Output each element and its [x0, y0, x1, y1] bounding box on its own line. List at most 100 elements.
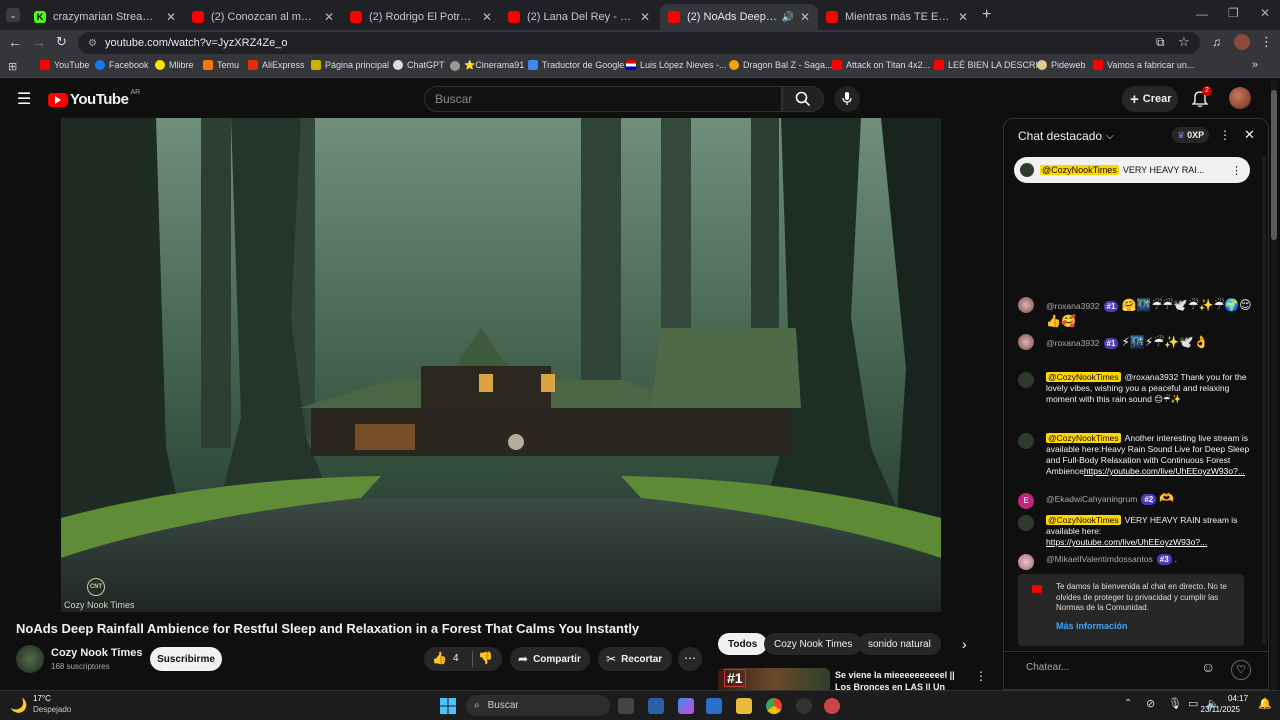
chip-todos[interactable]: Todos	[718, 633, 768, 655]
bookmark-vamos[interactable]: Vamos a fabricar un...	[1093, 60, 1194, 70]
create-button[interactable]: + Crear	[1122, 86, 1178, 112]
close-icon[interactable]: ✕	[166, 10, 176, 24]
pinned-message[interactable]: @CozyNookTimes VERY HEAVY RAI... ⋮	[1014, 157, 1250, 183]
share-button[interactable]: ➦ Compartir	[510, 647, 590, 671]
pinned-menu-icon[interactable]: ⋮	[1231, 164, 1242, 177]
reload-icon[interactable]: ↻	[56, 34, 67, 50]
network-icon[interactable]: ⊘	[1146, 697, 1155, 710]
bookmark-mlibre[interactable]: Mlibre	[155, 60, 194, 70]
microphone-icon[interactable]: 🎙	[1168, 697, 1182, 710]
user-avatar[interactable]	[1229, 87, 1251, 109]
close-icon[interactable]: ✕	[800, 10, 810, 24]
bookmark-youtube[interactable]: YouTube	[40, 60, 89, 70]
bookmark-pideweb[interactable]: Pideweb	[1037, 60, 1086, 70]
windows-start-icon[interactable]	[440, 698, 456, 714]
emoji-picker-icon[interactable]: ☺	[1201, 659, 1215, 675]
dislike-button[interactable]: 👎	[478, 651, 493, 665]
close-icon[interactable]: ✕	[640, 10, 650, 24]
install-app-icon[interactable]: ⧉	[1156, 35, 1165, 50]
chat-input[interactable]: Chatear...	[1026, 662, 1069, 673]
voice-search-button[interactable]	[834, 86, 860, 112]
chat-close-icon[interactable]: ✕	[1244, 127, 1255, 143]
more-actions-icon[interactable]: ⋯	[678, 647, 702, 671]
close-icon[interactable]: ✕	[958, 10, 968, 24]
bookmark-star-icon[interactable]: ☆	[1178, 34, 1190, 50]
like-button[interactable]: 👍 4	[432, 651, 459, 665]
file-explorer-icon[interactable]	[736, 698, 752, 714]
app-icon[interactable]	[824, 698, 840, 714]
display-icon[interactable]: ▭	[1188, 697, 1198, 710]
chip-natural-sound[interactable]: sonido natural	[858, 633, 941, 655]
bookmark-aot[interactable]: Attack on Titan 4x2...	[832, 60, 930, 70]
search-button[interactable]	[782, 86, 824, 112]
tab-yasuo[interactable]: (2) Conozcan al mejor Yasuo de ✕	[184, 4, 342, 30]
tab-rodrigo[interactable]: (2) Rodrigo El Potro, Enganchad ✕	[342, 4, 500, 30]
bookmark-cinerama[interactable]: ⭐Cinerama91	[450, 60, 524, 71]
bookmark-chatgpt[interactable]: ChatGPT	[393, 60, 445, 70]
media-control-icon[interactable]: ♫	[1212, 35, 1221, 49]
tab-lana[interactable]: (2) Lana Del Rey - Blue Jeans - Y ✕	[500, 4, 658, 30]
new-tab-icon[interactable]: +	[982, 6, 991, 24]
tab-noads-active[interactable]: (2) NoAds Deep Rainfall Am 🔊 ✕	[660, 4, 818, 30]
address-bar[interactable]: ⚙ youtube.com/watch?v=JyzXRZ4Ze_o	[78, 32, 1200, 54]
steam-icon[interactable]	[796, 698, 812, 714]
subscribe-button[interactable]: Suscribirme	[150, 647, 222, 671]
apps-grid-icon[interactable]: ⊞	[8, 60, 17, 73]
page-scrollbar[interactable]	[1271, 80, 1277, 690]
recommended-menu-icon[interactable]: ⋮	[975, 669, 987, 683]
audio-playing-icon[interactable]: 🔊	[781, 12, 793, 23]
clock-time[interactable]: 04:17	[1228, 694, 1248, 703]
minimize-icon[interactable]: —	[1196, 7, 1208, 21]
bookmark-home[interactable]: Página principal	[311, 60, 389, 70]
weather-moon-icon[interactable]: 🌙	[10, 697, 27, 714]
bookmark-translate[interactable]: Traductor de Google	[528, 60, 624, 70]
notifications-button[interactable]: 2	[1191, 86, 1212, 113]
back-icon[interactable]: ←	[8, 34, 22, 50]
site-info-icon[interactable]: ⚙	[88, 38, 97, 49]
close-icon[interactable]: ✕	[482, 10, 492, 24]
bookmark-facebook[interactable]: Facebook	[95, 60, 149, 70]
hamburger-menu-icon[interactable]: ☰	[17, 89, 31, 109]
bookmark-luis-lopez[interactable]: Luis López Nieves -...	[626, 60, 727, 70]
search-input[interactable]: Buscar	[424, 86, 782, 112]
clock-date[interactable]: 23/11/2025	[1199, 705, 1240, 714]
more-info-link[interactable]: Más información	[1056, 621, 1128, 631]
store-icon[interactable]	[648, 698, 664, 714]
copilot-icon[interactable]	[678, 698, 694, 714]
tab-search-icon[interactable]: ⌄	[6, 8, 20, 22]
xp-badge[interactable]: ♛ 0XP	[1172, 127, 1210, 143]
scrollbar-thumb[interactable]	[1271, 90, 1277, 240]
widgets-icon[interactable]	[706, 698, 722, 714]
show-hidden-icons[interactable]: ⌃	[1124, 698, 1132, 709]
chat-link[interactable]: https://youtube.com/live/UhEEoyzW93o?...	[1046, 537, 1207, 547]
notification-center-icon[interactable]: 🔔	[1258, 697, 1272, 710]
chat-options-icon[interactable]: ⋮	[1219, 128, 1231, 142]
more-bookmarks-icon[interactable]: »	[1252, 59, 1258, 71]
close-icon[interactable]: ✕	[324, 10, 334, 24]
chrome-icon[interactable]	[766, 698, 782, 714]
chip-channel[interactable]: Cozy Nook Times	[764, 633, 863, 655]
channel-name[interactable]: Cozy Nook Times	[51, 647, 143, 659]
recommended-title[interactable]: Se viene la mieeeeeeeeeel || Los Bronces…	[835, 669, 965, 690]
task-view-icon[interactable]	[618, 698, 634, 714]
tab-kick[interactable]: K crazymarian Stream - Watch Li ✕	[26, 4, 184, 30]
chat-scrollbar[interactable]	[1262, 155, 1266, 645]
bookmark-lee-bien[interactable]: LEÉ BIEN LA DESCRI...	[934, 60, 1046, 70]
recommended-thumbnail[interactable]: #1	[718, 668, 830, 690]
window-close-icon[interactable]: ✕	[1260, 6, 1270, 20]
channel-avatar[interactable]	[16, 645, 44, 673]
browser-menu-icon[interactable]: ⋮	[1260, 34, 1273, 50]
video-player[interactable]: CNT Cozy Nook Times	[61, 118, 941, 612]
chat-link[interactable]: https://youtube.com/live/UhEEoyzW93o?...	[1084, 466, 1245, 476]
chat-mode-selector[interactable]: Chat destacado ⌵	[1018, 129, 1114, 143]
profile-avatar[interactable]	[1234, 34, 1250, 50]
forward-icon[interactable]: →	[32, 34, 46, 50]
bookmark-temu[interactable]: Temu	[203, 60, 239, 70]
clip-button[interactable]: ✂ Recortar	[598, 647, 672, 671]
youtube-logo[interactable]: YouTube AR	[48, 89, 140, 108]
bookmark-aliexpress[interactable]: AliExpress	[248, 60, 305, 70]
bookmark-dbz[interactable]: Dragon Bal Z - Saga...	[729, 60, 833, 70]
chips-next-icon[interactable]: ›	[962, 636, 967, 652]
maximize-icon[interactable]: ❐	[1228, 6, 1239, 20]
tab-mientras[interactable]: Mientras más TE ESFUERZAS, m ✕	[818, 4, 976, 30]
